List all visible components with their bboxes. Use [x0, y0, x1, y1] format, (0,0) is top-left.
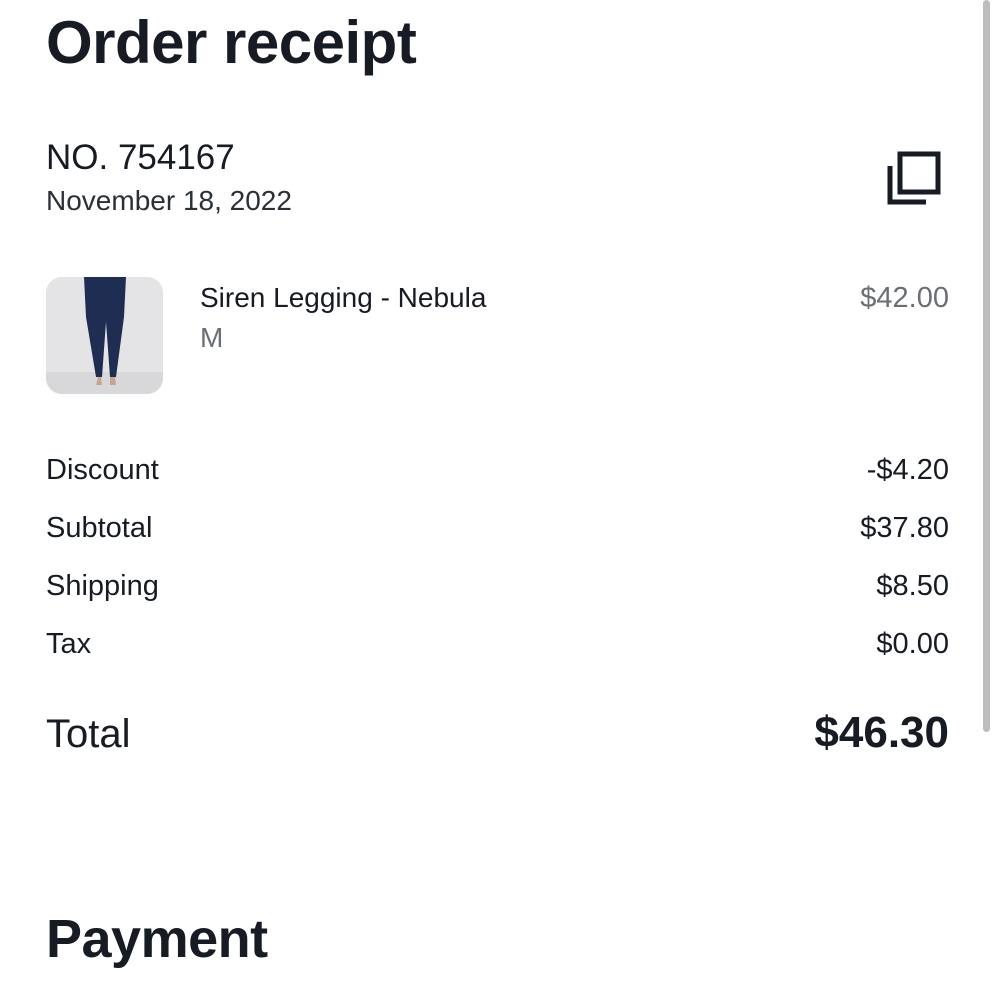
summary-row-subtotal: Subtotal $37.80 — [46, 512, 949, 545]
order-receipt-page: Order receipt NO. 754167 November 18, 20… — [0, 0, 1000, 1000]
copy-button[interactable] — [882, 146, 946, 210]
summary-value: $37.80 — [860, 512, 949, 544]
page-title: Order receipt — [46, 9, 417, 76]
item-size: M — [200, 322, 224, 353]
summary-value: $8.50 — [876, 570, 949, 602]
leggings-image — [46, 277, 163, 394]
summary-value: $0.00 — [876, 628, 949, 660]
summary-label: Shipping — [46, 570, 159, 602]
copy-icon — [887, 151, 941, 205]
total-row: Total $46.30 — [46, 708, 949, 758]
summary-value: -$4.20 — [866, 454, 949, 486]
order-number: NO. 754167 — [46, 138, 235, 177]
summary-label: Tax — [46, 628, 92, 660]
summary-label: Subtotal — [46, 512, 153, 544]
item-name[interactable]: Siren Legging - Nebula — [200, 282, 486, 314]
item-price: $42.00 — [860, 282, 949, 314]
total-value: $46.30 — [814, 708, 949, 757]
summary-row-shipping: Shipping $8.50 — [46, 570, 949, 603]
payment-heading: Payment — [46, 909, 268, 969]
summary-label: Discount — [46, 454, 159, 486]
total-label: Total — [46, 712, 131, 756]
order-date: November 18, 2022 — [46, 185, 292, 216]
summary-row-discount: Discount -$4.20 — [46, 454, 949, 487]
summary-row-tax: Tax $0.00 — [46, 628, 949, 661]
product-image[interactable] — [46, 277, 163, 394]
scrollbar[interactable] — [983, 0, 990, 732]
